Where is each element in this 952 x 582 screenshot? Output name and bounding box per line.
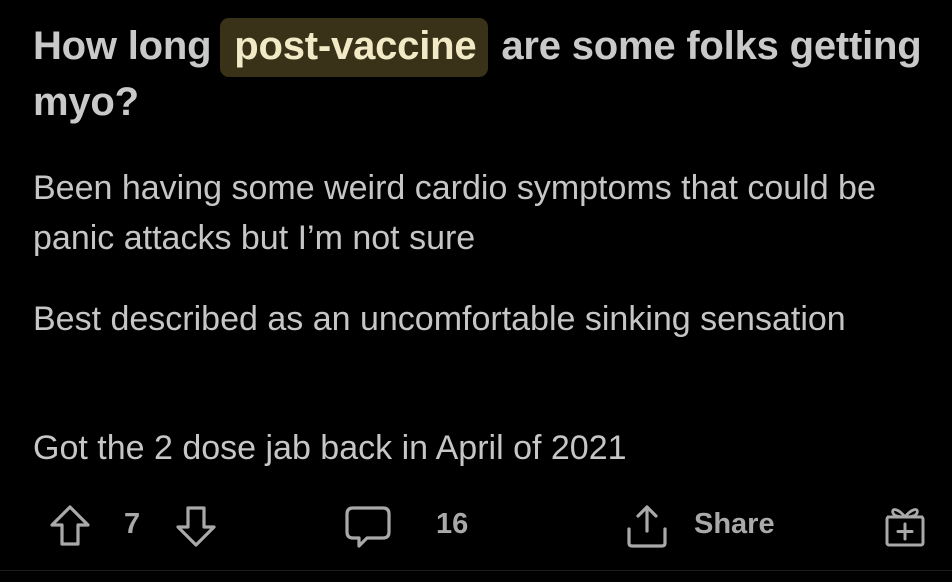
gift-box-icon (885, 508, 925, 547)
comments-button[interactable] (342, 502, 394, 552)
comment-count[interactable]: 16 (436, 506, 468, 542)
arrow-up-icon (50, 505, 90, 546)
post-title[interactable]: How long post-vaccine are some folks get… (33, 18, 923, 130)
title-text-start: How long (33, 24, 223, 68)
upvote-button[interactable] (46, 502, 94, 550)
post-action-bar: 7 16 Share (0, 492, 952, 556)
post-body-paragraph: Got the 2 dose jab back in April of 2021 (33, 429, 627, 467)
search-highlight: post-vaccine (220, 18, 489, 77)
share-icon (627, 505, 667, 548)
post-body-paragraph: Best described as an uncomfortable sinki… (33, 300, 846, 338)
share-label[interactable]: Share (694, 506, 775, 542)
post-body-paragraph: Been having some weird cardio symptoms t… (33, 169, 876, 257)
divider (0, 570, 952, 571)
comment-bubble-icon (345, 506, 391, 548)
vote-score: 7 (124, 508, 141, 540)
arrow-down-icon (176, 506, 216, 547)
post-card: How long post-vaccine are some folks get… (0, 0, 952, 582)
award-button[interactable] (880, 498, 930, 552)
share-button[interactable] (622, 500, 672, 552)
downvote-button[interactable] (172, 502, 220, 550)
